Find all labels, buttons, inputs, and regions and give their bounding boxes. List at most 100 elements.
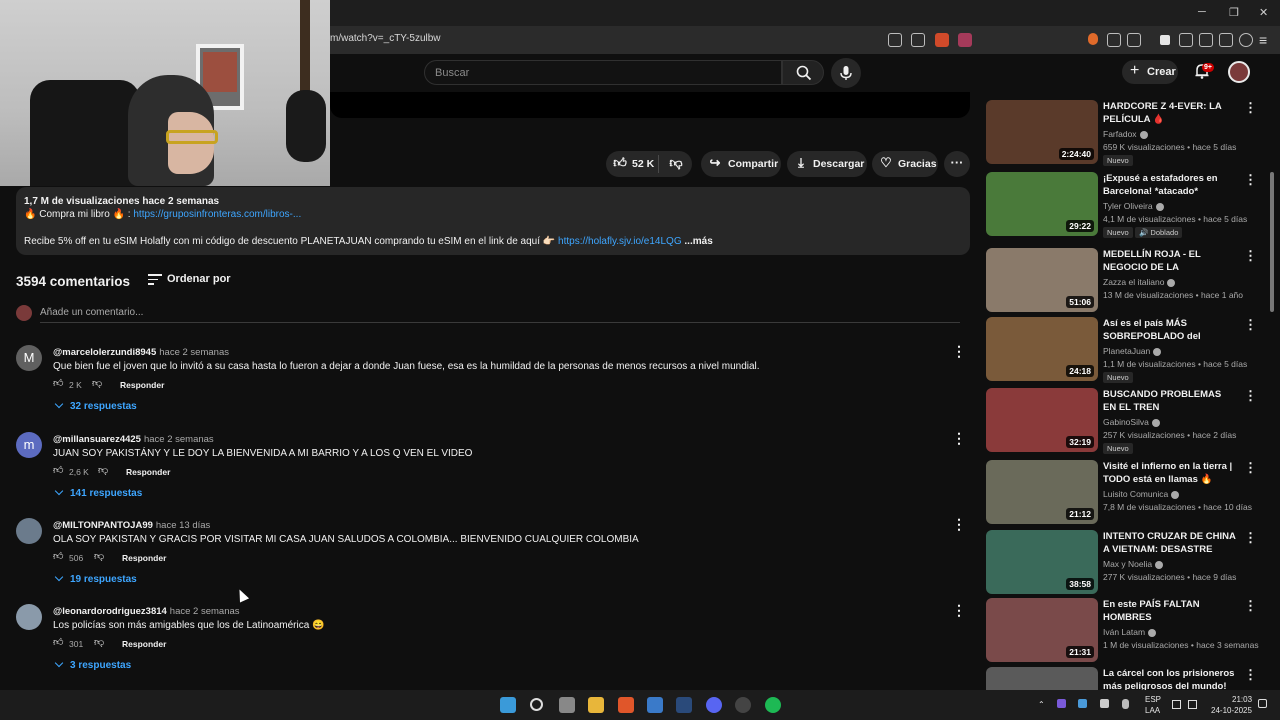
video-description[interactable]: 1,7 M de visualizaciones hace 2 semanas …	[16, 187, 970, 255]
recommended-video[interactable]: 24:18 Así es el país MÁS SOBREPOBLADO del…	[986, 317, 1257, 383]
recommended-video[interactable]: 32:19 BUSCANDO PROBLEMAS EN EL TREN Gabino…	[986, 388, 1257, 454]
video-title[interactable]: MEDELLÍN ROJA - EL NEGOCIO DE LA PROSTIT…	[1103, 248, 1237, 274]
commenter-avatar[interactable]	[16, 604, 42, 630]
url-text[interactable]: m/watch?v=_cTY-5zulbw	[330, 33, 441, 44]
search-input[interactable]: Buscar	[424, 60, 782, 85]
recommended-video[interactable]: 2:24:40 HARDCORE Z 4-EVER: LA PELÍCULA 🩸 F…	[986, 100, 1257, 166]
video-thumbnail[interactable]: 21:31	[986, 598, 1098, 662]
video-menu-icon[interactable]: ⋮	[1244, 317, 1257, 333]
video-menu-icon[interactable]: ⋮	[1244, 172, 1257, 188]
view-replies-button[interactable]: 141 respuestas	[54, 486, 142, 499]
sidebar-icon[interactable]	[1179, 33, 1193, 47]
keyboard-layout[interactable]: LAA	[1145, 706, 1160, 715]
wifi-icon[interactable]	[1172, 700, 1181, 709]
reply-button[interactable]: Responder	[122, 639, 166, 649]
photos-app-icon[interactable]	[647, 697, 663, 713]
tray-steam-icon[interactable]	[1078, 699, 1087, 708]
book-link[interactable]: https://gruposinfronteras.com/libros-...	[133, 209, 301, 220]
comment-menu-icon[interactable]: ⋮	[952, 343, 966, 360]
volume-icon[interactable]	[1188, 700, 1197, 709]
video-title[interactable]: INTENTO CRUZAR DE CHINA A VIETNAM: DESAS…	[1103, 530, 1237, 556]
maximize-button[interactable]: ❐	[1229, 6, 1239, 19]
account-avatar[interactable]	[1228, 61, 1250, 83]
clock-date[interactable]: 24-10-2025	[1211, 706, 1252, 715]
thumbs-down-icon[interactable]: 👎︎	[92, 377, 106, 389]
comment-author[interactable]: @marcelolerzundi8945 hace 2 semanas	[53, 347, 229, 358]
voice-search-button[interactable]	[831, 58, 861, 88]
notification-center-icon[interactable]	[1258, 699, 1267, 708]
thumbs-up-icon[interactable]: 👍︎	[53, 636, 67, 648]
thanks-button[interactable]: ♡ Gracias	[872, 151, 938, 177]
channel-name[interactable]: Farfadox	[1103, 129, 1148, 139]
video-menu-icon[interactable]: ⋮	[1244, 100, 1257, 116]
reply-button[interactable]: Responder	[122, 553, 166, 563]
video-menu-icon[interactable]: ⋮	[1244, 248, 1257, 264]
video-title[interactable]: BUSCANDO PROBLEMAS EN EL TREN	[1103, 388, 1237, 414]
comment-author[interactable]: @millansuarez4425 hace 2 semanas	[53, 434, 214, 445]
commenter-avatar[interactable]: M	[16, 345, 42, 371]
video-thumbnail[interactable]: 51:06	[986, 248, 1098, 312]
channel-name[interactable]: GabinoSilva	[1103, 417, 1160, 427]
video-title[interactable]: Visité el infierno en la tierra | TODO e…	[1103, 460, 1237, 486]
leo-ai-icon[interactable]	[1219, 33, 1233, 47]
reply-button[interactable]: Responder	[126, 467, 170, 477]
tray-discord-icon[interactable]	[1100, 699, 1109, 708]
extensions-puzzle-icon[interactable]	[1127, 33, 1141, 47]
commenter-avatar[interactable]	[16, 518, 42, 544]
comment-menu-icon[interactable]: ⋮	[952, 516, 966, 533]
channel-name[interactable]: Zazza el italiano	[1103, 277, 1176, 287]
recommended-video[interactable]: 29:22 ¡Expusé a estafadores en Barcelona!…	[986, 172, 1257, 238]
video-title[interactable]: Así es el país MÁS SOBREPOBLADO del Plan…	[1103, 317, 1237, 343]
brave-shield-icon[interactable]	[935, 33, 949, 47]
spotify-icon[interactable]	[765, 697, 781, 713]
channel-name[interactable]: Luisito Comunica	[1103, 489, 1180, 499]
reply-button[interactable]: Responder	[120, 380, 164, 390]
comment-time[interactable]: hace 13 días	[156, 520, 210, 531]
extension-icon[interactable]	[1107, 33, 1121, 47]
steam-icon[interactable]	[676, 697, 692, 713]
discord-icon[interactable]	[706, 697, 722, 713]
comment-time[interactable]: hace 2 semanas	[170, 606, 240, 617]
comment-menu-icon[interactable]: ⋮	[952, 602, 966, 619]
thumbs-up-icon[interactable]: 👍︎	[612, 155, 628, 171]
menu-icon[interactable]: ≡	[1259, 33, 1273, 47]
holafly-link[interactable]: https://holafly.sjv.io/e14LQG	[558, 236, 682, 247]
windows-start-icon[interactable]	[500, 697, 516, 713]
commenter-avatar[interactable]: m	[16, 432, 42, 458]
channel-name[interactable]: Tyler Oliveira	[1103, 201, 1164, 211]
like-count[interactable]: 52 K	[632, 158, 654, 170]
thumbs-up-icon[interactable]: 👍︎	[53, 377, 67, 389]
video-menu-icon[interactable]: ⋮	[1244, 667, 1257, 683]
video-thumbnail[interactable]: 21:12	[986, 460, 1098, 524]
thumbs-down-icon[interactable]: 👎︎	[98, 464, 112, 476]
recommended-video[interactable]: 51:06 MEDELLÍN ROJA - EL NEGOCIO DE LA PR…	[986, 248, 1257, 312]
file-explorer-icon[interactable]	[588, 697, 604, 713]
video-title[interactable]: ¡Expusé a estafadores en Barcelona! *ata…	[1103, 172, 1237, 198]
close-button[interactable]: ✕	[1259, 6, 1268, 19]
more-actions-button[interactable]: ···	[944, 151, 970, 177]
sidebar-scrollbar[interactable]	[1270, 172, 1274, 312]
view-replies-button[interactable]: 19 respuestas	[54, 572, 137, 585]
vpn-icon[interactable]	[1239, 33, 1253, 47]
channel-name[interactable]: Max y Noelia	[1103, 559, 1164, 569]
flame-extension-icon[interactable]	[1088, 33, 1098, 45]
search-button[interactable]	[782, 60, 824, 85]
video-thumbnail[interactable]: 2:24:40	[986, 100, 1098, 164]
clock-time[interactable]: 21:03	[1232, 695, 1252, 704]
video-thumbnail[interactable]: 29:22	[986, 172, 1098, 236]
add-comment-input[interactable]: Añade un comentario...	[40, 307, 143, 318]
rewards-icon[interactable]	[958, 33, 972, 47]
taskbar-search-icon[interactable]	[530, 698, 543, 711]
thumbs-down-icon[interactable]: 👎︎	[668, 155, 684, 171]
recommended-video[interactable]: 38:58 INTENTO CRUZAR DE CHINA A VIETNAM: …	[986, 530, 1257, 594]
recommended-video[interactable]: 21:12 Visité el infierno en la tierra | T…	[986, 460, 1257, 524]
download-button[interactable]: ⤓ Descargar	[787, 151, 867, 177]
share-page-icon[interactable]	[911, 33, 925, 47]
minimize-button[interactable]: ─	[1198, 6, 1206, 18]
comment-time[interactable]: hace 2 semanas	[159, 347, 229, 358]
share-button[interactable]: ↪ Compartir	[701, 151, 781, 177]
video-thumbnail[interactable]: 38:58	[986, 530, 1098, 594]
comment-menu-icon[interactable]: ⋮	[952, 430, 966, 447]
more-button[interactable]: ...más	[684, 236, 712, 247]
video-menu-icon[interactable]: ⋮	[1244, 598, 1257, 614]
